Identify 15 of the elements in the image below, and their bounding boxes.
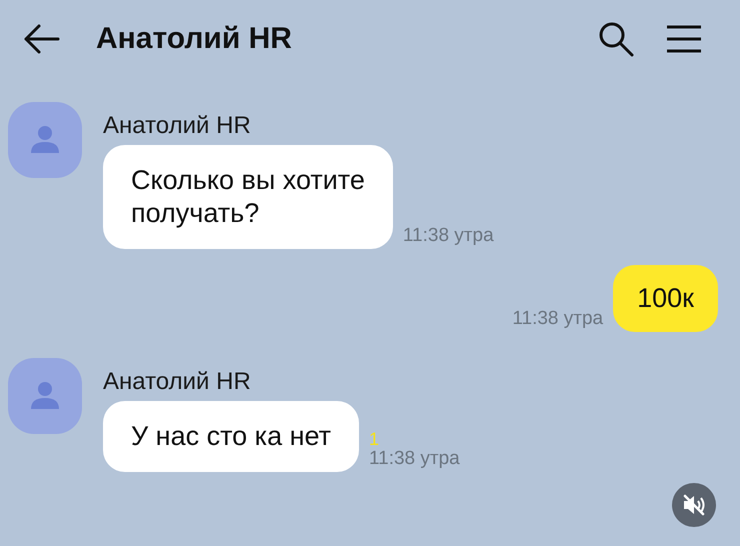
search-button[interactable] bbox=[598, 21, 634, 57]
menu-button[interactable] bbox=[666, 25, 702, 53]
chat-title: Анатолий HR bbox=[96, 22, 293, 56]
back-button[interactable] bbox=[22, 23, 60, 55]
message-time: 11:38 утра bbox=[402, 225, 494, 247]
message-bubble: Сколько вы хотите получать? bbox=[103, 145, 393, 249]
sender-name: Анатолий HR bbox=[103, 368, 252, 396]
message-bubble: 100к bbox=[613, 265, 718, 332]
message-time: 11:38 утра bbox=[368, 448, 460, 470]
message-time: 11:38 утра bbox=[512, 308, 604, 330]
unread-count: 1 bbox=[368, 430, 380, 448]
mute-button[interactable] bbox=[672, 483, 716, 527]
muted-speaker-icon bbox=[682, 494, 706, 516]
message-bubble: У нас сто ка нет bbox=[103, 401, 359, 472]
sender-name: Анатолий HR bbox=[103, 112, 252, 140]
